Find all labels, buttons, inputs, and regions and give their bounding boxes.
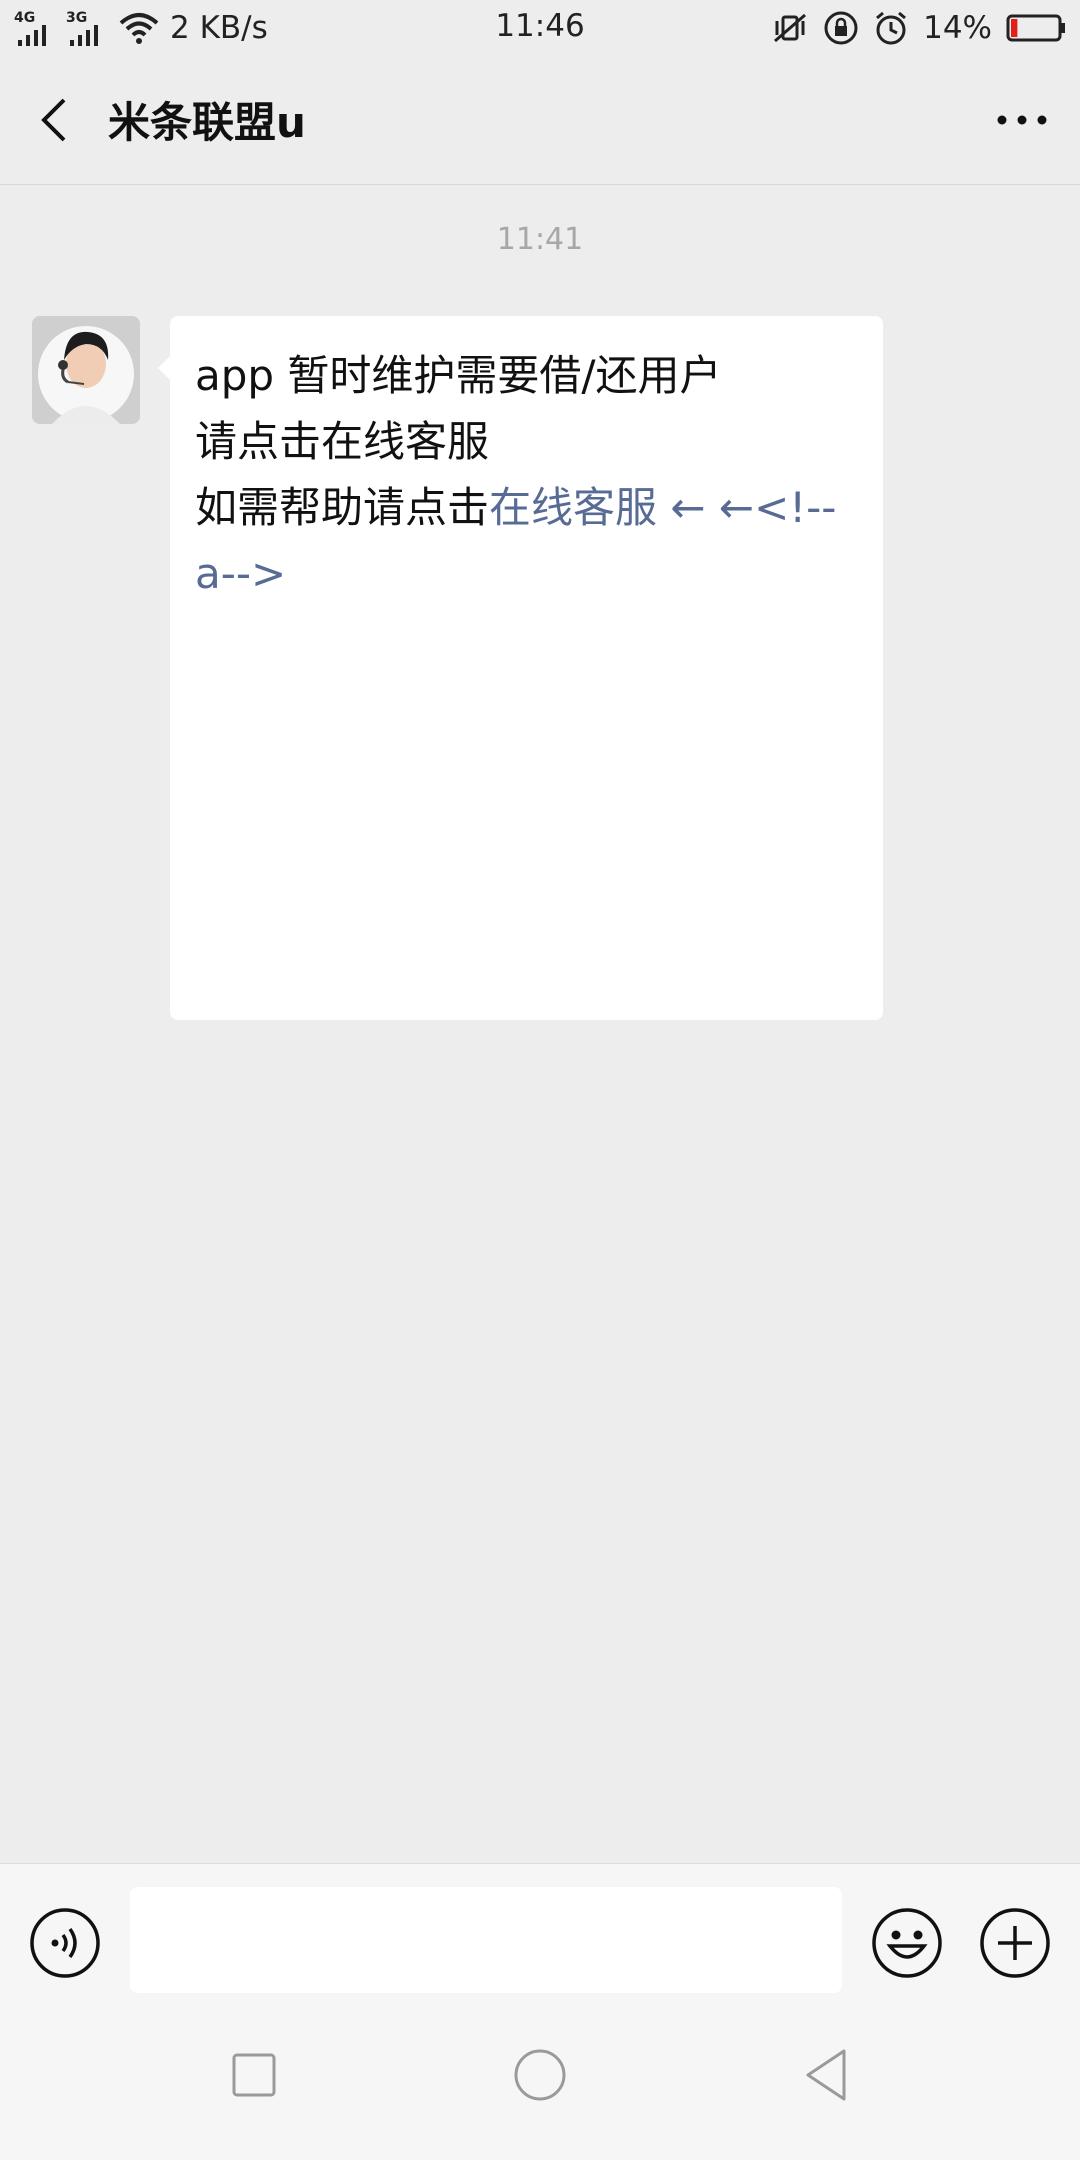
chat-header: 米条联盟u	[0, 56, 1080, 185]
message-line: a-->	[195, 541, 855, 607]
more-icon[interactable]	[990, 92, 1054, 148]
link-tail: ← ←<!--	[657, 483, 837, 532]
customer-service-link[interactable]: 在线客服	[489, 483, 657, 532]
vibrate-mute-icon	[774, 13, 807, 43]
back-nav-icon[interactable]	[796, 2043, 860, 2107]
rotation-lock-icon	[824, 11, 858, 45]
help-prefix: 如需帮助请点击	[195, 483, 490, 532]
status-bar: 4G 3G 2 KB/s 11:46 14%	[0, 0, 1080, 56]
alarm-icon	[876, 11, 907, 45]
input-bar	[0, 1863, 1080, 1994]
message-bubble[interactable]: app 暂时维护需要借/还用户 请点击在线客服 如需帮助请点击在线客服 ← ←<…	[158, 316, 883, 1020]
chat-title: 米条联盟u	[108, 98, 306, 147]
link-tail-2: a-->	[195, 549, 287, 598]
emoji-icon[interactable]	[870, 1906, 944, 1980]
system-nav-bar	[0, 1993, 1080, 2160]
message-input[interactable]	[130, 1887, 842, 1993]
message-line: app 暂时维护需要借/还用户	[195, 351, 722, 400]
battery-percent: 14%	[923, 10, 992, 46]
message-line-help: 如需帮助请点击在线客服 ← ←<!--	[195, 475, 855, 541]
avatar[interactable]	[32, 316, 140, 424]
recent-apps-icon[interactable]	[222, 2043, 286, 2107]
voice-icon[interactable]	[28, 1906, 102, 1980]
message-timestamp: 11:41	[496, 222, 584, 257]
plus-icon[interactable]	[978, 1906, 1052, 1980]
battery-fill	[1011, 19, 1018, 37]
battery-icon	[1006, 14, 1065, 42]
status-right: 14%	[771, 8, 1066, 48]
home-icon[interactable]	[508, 2043, 572, 2107]
back-icon[interactable]	[30, 92, 86, 148]
message-line: 请点击在线客服	[195, 417, 490, 466]
